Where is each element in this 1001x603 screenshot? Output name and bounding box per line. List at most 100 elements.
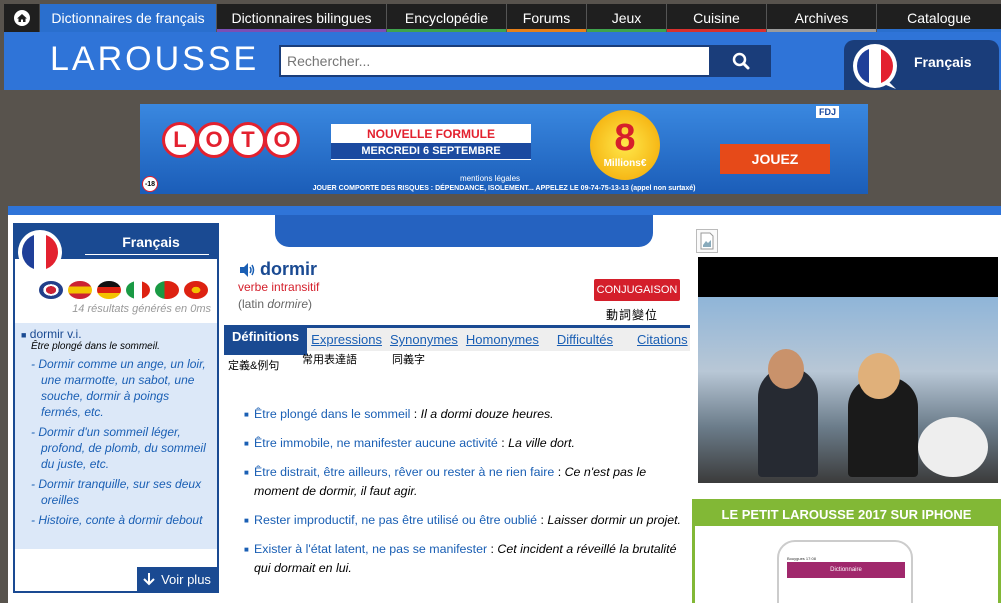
ad-formula-box: NOUVELLE FORMULE MERCREDI 6 SEPTEMBRE (331, 124, 531, 160)
italy-flag-icon[interactable] (126, 281, 150, 299)
tab-synonymes[interactable]: Synonymes (386, 328, 462, 351)
language-label: Français (914, 54, 972, 70)
tab-homonymes[interactable]: Homonymes (462, 328, 543, 351)
speaker-icon[interactable] (238, 262, 256, 278)
tab-catalogue[interactable]: Catalogue (877, 4, 1001, 32)
sidebar-header: Français (15, 225, 217, 275)
definition-item: Rester improductif, ne pas être utilisé … (244, 511, 688, 530)
site-header: LAROUSSE Français (4, 32, 1001, 90)
etymology: (latin dormire) (238, 297, 312, 311)
phone-screen: Bouygues 17:08 Dictionnaire (787, 556, 905, 603)
portugal-flag-icon[interactable] (155, 281, 179, 299)
tab-cuisine[interactable]: Cuisine (667, 4, 767, 32)
tab-dictionnaires-francais[interactable]: Dictionnaires de français (40, 4, 217, 32)
tab-annotation: 常用表達語 (302, 354, 357, 366)
definitions-list: Être plongé dans le sommeil : Il a dormi… (244, 405, 688, 588)
content-area: Français 14 résultats générés en 0ms ■ d… (8, 206, 1001, 603)
search-icon (732, 52, 750, 70)
result-sub-label: Dormir d'un sommeil léger, profond, de p… (38, 425, 206, 471)
video-frame (698, 297, 998, 483)
tab-definitions[interactable]: Définitions (224, 325, 308, 355)
video-person-head (858, 353, 900, 399)
video-player[interactable] (698, 257, 998, 483)
entry-tabs: Définitions Expressions Synonymes Homony… (224, 325, 692, 355)
part-of-speech: verbe intransitif (238, 280, 320, 294)
result-sub-item[interactable]: - Dormir d'un sommeil léger, profond, de… (31, 424, 211, 472)
phone-illustration: Bouygues 17:08 Dictionnaire (777, 540, 913, 603)
result-entry[interactable]: ■ dormir v.i. (21, 327, 211, 341)
tab-difficultes[interactable]: Difficultés (553, 328, 617, 351)
definition-item: Exister à l'état latent, ne pas se manif… (244, 540, 688, 578)
larousse-logo[interactable]: LAROUSSE (50, 40, 259, 79)
etymology-prefix: (latin (238, 297, 268, 311)
tab-dictionnaires-bilingues[interactable]: Dictionnaires bilingues (217, 4, 387, 32)
jouez-button[interactable]: JOUEZ (720, 144, 830, 174)
right-column: LE PETIT LAROUSSE 2017 SUR IPHONE Bouygu… (692, 229, 1001, 603)
main-entry: dormir verbe intransitif (latin dormire)… (224, 253, 690, 603)
top-navigation: Dictionnaires de français Dictionnaires … (4, 4, 1001, 32)
uk-flag-icon[interactable] (39, 281, 63, 299)
loto-letter: L (162, 122, 198, 158)
voir-plus-label: Voir plus (161, 571, 211, 587)
jackpot-unit: Millions€ (603, 158, 647, 169)
jackpot-ball: 8 Millions€ (590, 110, 660, 180)
conjugaison-annotation: 動詞變位 (606, 308, 659, 322)
spain-flag-icon[interactable] (68, 281, 92, 299)
sidebar-divider (85, 254, 209, 255)
definition-meaning: Rester improductif, ne pas être utilisé … (254, 513, 538, 527)
definition-item: Être plongé dans le sommeil : Il a dormi… (244, 405, 688, 424)
result-sub-item[interactable]: - Histoire, conte à dormir debout (31, 512, 211, 528)
search-input[interactable] (279, 45, 711, 77)
arrow-down-icon (143, 573, 155, 586)
tab-jeux[interactable]: Jeux (587, 4, 667, 32)
iphone-promo[interactable]: LE PETIT LAROUSSE 2017 SUR IPHONE Bouygu… (692, 499, 1001, 603)
ad-headline: NOUVELLE FORMULE (367, 127, 495, 141)
conjugaison-button[interactable]: CONJUGAISON (594, 279, 680, 301)
results-count: 14 résultats générés en 0ms (72, 303, 211, 315)
definition-meaning: Exister à l'état latent, ne pas se manif… (254, 542, 488, 556)
fdj-logo: FDJ (816, 106, 840, 118)
loto-advertisement[interactable]: L O T O NOUVELLE FORMULE MERCREDI 6 SEPT… (140, 104, 868, 194)
tab-annotation: 定義&例句 (228, 360, 280, 372)
home-button[interactable] (4, 4, 40, 32)
language-selector[interactable]: Français (844, 40, 999, 90)
broken-image-icon (696, 229, 718, 253)
result-sub-label: Dormir tranquille, sur ses deux oreilles (38, 477, 202, 507)
home-icon (13, 10, 30, 26)
result-sub-item[interactable]: - Dormir comme un ange, un loir, une mar… (31, 356, 211, 420)
ad-date: MERCREDI 6 SEPTEMBRE (331, 143, 531, 159)
loto-letter: T (230, 122, 266, 158)
definition-meaning: Être plongé dans le sommeil (254, 407, 411, 421)
tab-encyclopedie[interactable]: Encyclopédie (387, 4, 507, 32)
definition-meaning: Être distrait, être ailleurs, rêver ou r… (254, 465, 555, 479)
result-sub-item[interactable]: - Dormir tranquille, sur ses deux oreill… (31, 476, 211, 508)
tab-forums[interactable]: Forums (507, 4, 587, 32)
tab-citations[interactable]: Citations (633, 328, 692, 351)
definition-meaning: Être immobile, ne manifester aucune acti… (254, 436, 498, 450)
results-list: ■ dormir v.i. Être plongé dans le sommei… (15, 323, 217, 549)
phone-app-title: Dictionnaire (787, 562, 905, 578)
video-person-head (768, 349, 804, 389)
result-entry-definition: Être plongé dans le sommeil. (31, 341, 160, 352)
headword: dormir (238, 259, 317, 280)
image-placeholder-icon (700, 232, 714, 250)
definition-example: La ville dort. (508, 436, 575, 450)
center-header-tab (275, 215, 653, 247)
definition-item: Être distrait, être ailleurs, rêver ou r… (244, 463, 688, 501)
loto-letter: O (196, 122, 232, 158)
mentions-legales-link[interactable]: mentions légales (460, 174, 520, 183)
result-sub-label: Dormir comme un ange, un loir, une marmo… (38, 357, 206, 419)
etymology-word: dormire (267, 297, 309, 311)
germany-flag-icon[interactable] (97, 281, 121, 299)
china-flag-icon[interactable] (184, 281, 208, 299)
french-flag-icon (18, 230, 62, 275)
voir-plus-button[interactable]: Voir plus (137, 567, 217, 591)
result-entry-label: dormir v.i. (29, 327, 82, 341)
search-button[interactable] (711, 45, 771, 77)
etymology-suffix: ) (308, 297, 313, 311)
headword-text: dormir (260, 259, 318, 279)
tab-archives[interactable]: Archives (767, 4, 877, 32)
tab-expressions[interactable]: Expressions (307, 328, 386, 351)
definition-example: Laisser dormir un projet. (547, 513, 682, 527)
sidebar-title: Français (122, 234, 180, 250)
